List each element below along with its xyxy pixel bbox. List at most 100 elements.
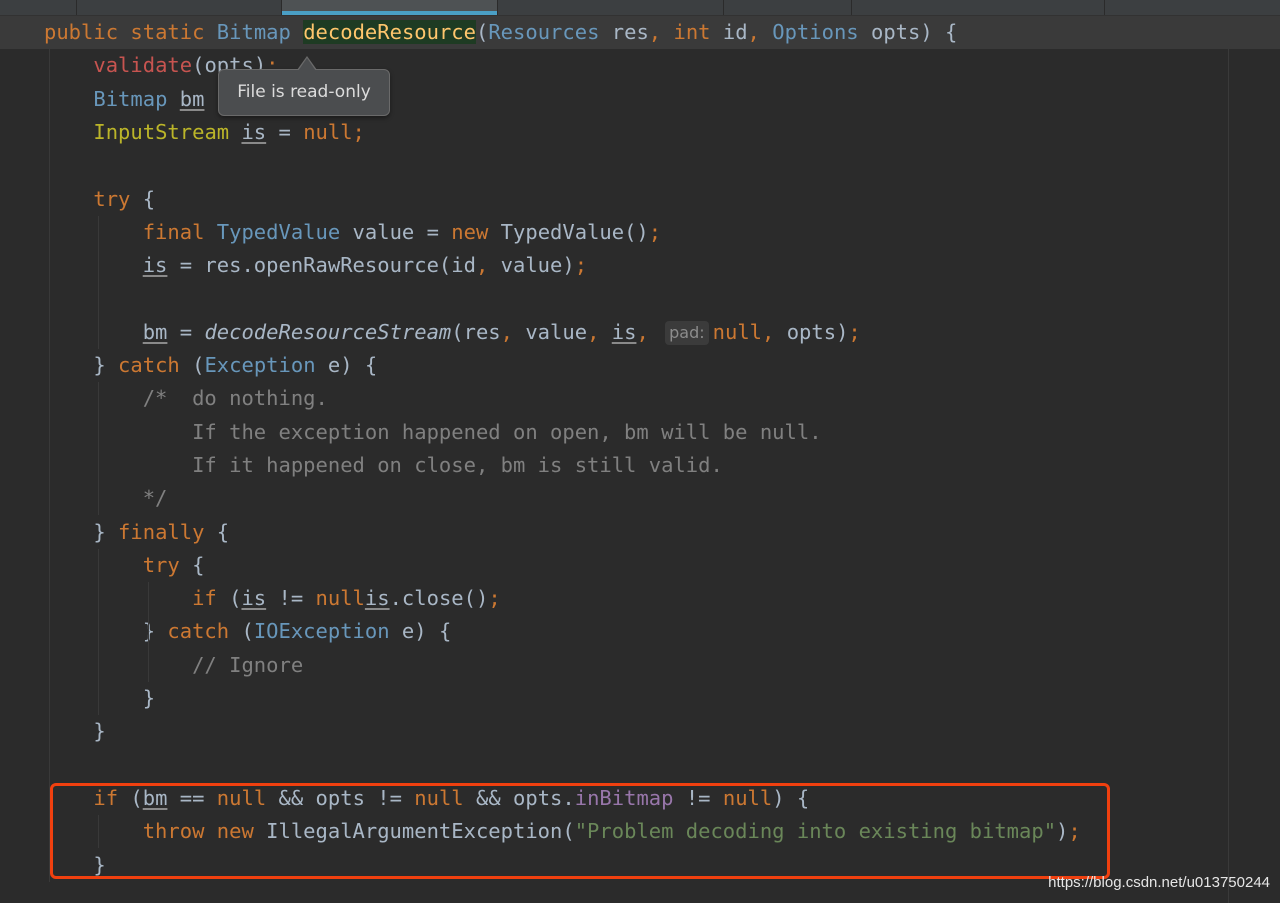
- code-token: (: [476, 20, 489, 44]
- code-token: e) {: [327, 353, 378, 377]
- code-token: bm: [142, 319, 168, 344]
- code-line[interactable]: bm = decodeResourceStream(res, value, is…: [143, 316, 861, 349]
- code-token: value: [525, 319, 588, 344]
- code-token: TypedValue(): [500, 219, 649, 244]
- code-line[interactable]: /* do nothing.: [143, 382, 328, 415]
- code-token: opts): [786, 319, 849, 344]
- code-token: (res: [451, 319, 501, 344]
- code-token: (: [229, 586, 242, 611]
- code-line[interactable]: } catch (Exception e) {: [93, 349, 377, 382]
- code-token: opts) {: [870, 20, 958, 44]
- code-token: null,: [712, 319, 787, 344]
- code-line[interactable]: } catch (IOException e) {: [143, 615, 452, 648]
- code-token: if: [192, 586, 230, 611]
- indent-guide: [98, 215, 99, 349]
- watermark: https://blog.csdn.net/u013750244: [1048, 874, 1270, 891]
- code-token: bm: [179, 86, 205, 111]
- code-token: }: [93, 353, 119, 377]
- code-token: final: [142, 219, 217, 244]
- code-token: (: [241, 619, 254, 644]
- code-line[interactable]: If it happened on close, bm is still val…: [143, 449, 723, 482]
- code-token: Bitmap: [216, 20, 304, 44]
- code-token: TypedValue: [216, 219, 353, 244]
- code-token: ;: [648, 219, 662, 244]
- code-token: }: [93, 519, 119, 544]
- code-line[interactable]: // Ignore: [192, 649, 303, 682]
- indent-guide: [98, 548, 99, 716]
- code-token: If the exception happened on open, bm wi…: [142, 419, 822, 444]
- code-token: try: [93, 186, 143, 211]
- code-token: public static: [44, 20, 217, 44]
- code-token: Options: [772, 20, 871, 44]
- code-token: }: [93, 719, 106, 744]
- code-token: is: [241, 119, 267, 144]
- code-token: id: [722, 20, 748, 44]
- code-line[interactable]: try {: [93, 183, 155, 216]
- editor-tab-active[interactable]: [282, 0, 498, 15]
- code-token: decodeResourceStream: [204, 319, 452, 344]
- indent-guide: [98, 382, 99, 516]
- code-token: catch: [118, 353, 193, 377]
- code-token: value): [500, 253, 575, 278]
- code-token: finally: [118, 519, 217, 544]
- read-only-tooltip: File is read-only: [218, 56, 390, 116]
- code-line[interactable]: if (is != nullis.close();: [192, 582, 501, 615]
- editor-tab[interactable]: [724, 0, 852, 15]
- code-line[interactable]: */: [143, 482, 168, 515]
- indent-guide: [148, 582, 149, 682]
- code-token: !=: [266, 586, 316, 611]
- code-token: validate: [93, 53, 193, 78]
- code-token: =: [167, 319, 205, 344]
- code-token: value =: [352, 219, 452, 244]
- code-token: is: [364, 586, 390, 611]
- code-token: InputStream: [93, 119, 242, 144]
- code-line[interactable]: public static Bitmap decodeResource(Reso…: [44, 16, 957, 49]
- code-token: If it happened on close, bm is still val…: [142, 452, 723, 477]
- code-token: ,: [636, 319, 662, 344]
- code-token: null: [315, 586, 365, 611]
- editor-tab[interactable]: [77, 0, 282, 15]
- code-token: is: [611, 319, 637, 344]
- code-token: IOException: [253, 619, 402, 644]
- code-token: .close(): [389, 586, 489, 611]
- editor-tab[interactable]: [498, 0, 724, 15]
- code-token: is: [142, 253, 168, 278]
- code-token: try: [142, 552, 193, 577]
- code-line[interactable]: } finally {: [93, 516, 229, 549]
- code-token: ,: [747, 20, 773, 44]
- parameter-hint: pad:: [665, 320, 709, 345]
- code-line[interactable]: }: [93, 715, 105, 748]
- code-token: // Ignore: [192, 652, 304, 677]
- editor-tab-bar: [0, 0, 1280, 16]
- code-token: (: [192, 353, 205, 377]
- code-token: {: [192, 552, 205, 577]
- code-token: ;: [848, 319, 861, 344]
- code-token: catch: [167, 619, 242, 644]
- code-line[interactable]: try {: [143, 549, 205, 582]
- code-line[interactable]: final TypedValue value = new TypedValue(…: [143, 216, 661, 249]
- code-token: =: [266, 119, 304, 144]
- code-token: /* do nothing.: [142, 386, 328, 411]
- code-token: , int: [648, 20, 723, 44]
- code-token: {: [142, 186, 156, 211]
- code-line[interactable]: If the exception happened on open, bm wi…: [142, 416, 822, 449]
- code-token: null;: [303, 119, 365, 144]
- code-token: }: [142, 686, 156, 710]
- code-token: ,: [500, 319, 526, 344]
- code-token: ,: [587, 319, 612, 344]
- code-token: = res.openRawResource(id: [167, 253, 476, 278]
- editor-tab[interactable]: [852, 0, 1105, 15]
- code-line[interactable]: }: [143, 682, 155, 715]
- code-token: Bitmap: [93, 86, 180, 111]
- code-token: {: [216, 519, 230, 544]
- code-line[interactable]: Bitmap bm: [93, 83, 204, 116]
- code-token: ,: [475, 253, 501, 278]
- code-token: ;: [574, 253, 588, 278]
- code-token: ;: [488, 586, 501, 611]
- code-line[interactable]: is = res.openRawResource(id, value);: [143, 249, 587, 282]
- code-line[interactable]: InputStream is = null;: [93, 116, 365, 149]
- indent-guide: [49, 49, 50, 882]
- code-token: }: [142, 619, 168, 644]
- code-token: decodeResource: [303, 20, 476, 44]
- editor-tab[interactable]: [0, 0, 77, 15]
